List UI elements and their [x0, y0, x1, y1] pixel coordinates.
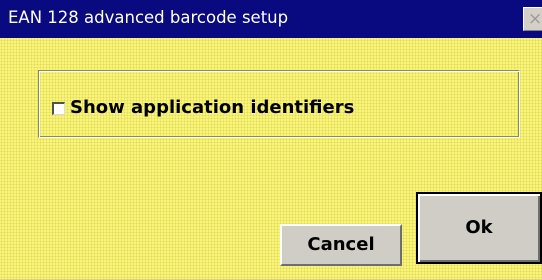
close-button[interactable]: × [523, 7, 542, 31]
show-application-identifiers-label[interactable]: Show application identifiers [70, 97, 354, 119]
ean128-setup-dialog: EAN 128 advanced barcode setup × Show ap… [0, 0, 542, 280]
close-icon: × [528, 9, 542, 29]
title-bar: EAN 128 advanced barcode setup × [0, 0, 542, 38]
ok-button[interactable]: Ok [416, 192, 542, 264]
cancel-button[interactable]: Cancel [280, 224, 402, 266]
window-title: EAN 128 advanced barcode setup [8, 8, 289, 27]
ok-button-label: Ok [465, 217, 493, 238]
show-application-identifiers-option[interactable]: Show application identifiers [52, 96, 354, 120]
show-application-identifiers-checkbox[interactable] [52, 102, 65, 115]
